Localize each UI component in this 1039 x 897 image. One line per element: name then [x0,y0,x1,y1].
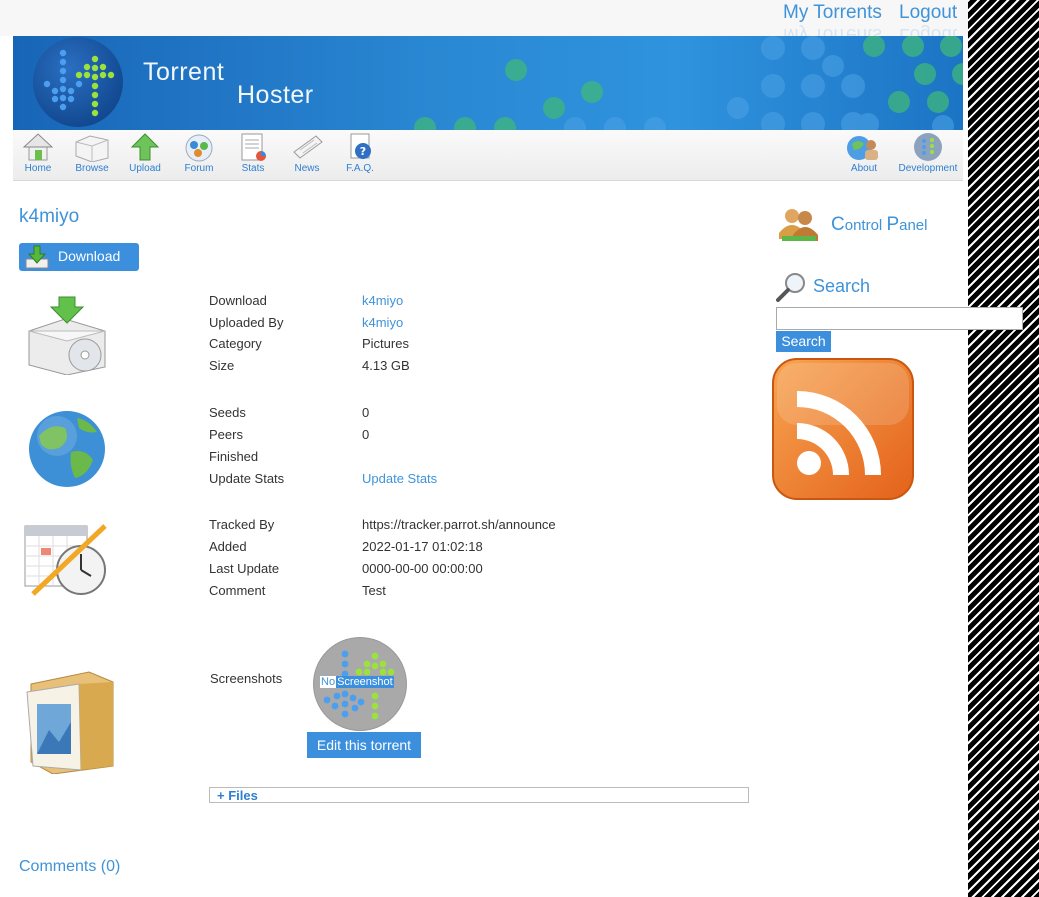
nav-stats[interactable]: Stats [227,132,279,175]
nav-forum-label: Forum [184,163,214,174]
nav-development[interactable]: Development [892,132,964,175]
search-input[interactable] [776,307,1023,330]
news-icon [293,135,323,159]
my-torrents-label: My Torrents [783,2,882,23]
category-label: Category [209,336,262,351]
forum-icon [185,134,213,162]
nav-about[interactable]: About [838,132,890,175]
logout-label: Logout [899,2,958,23]
finished-label: Finished [209,449,259,464]
torrent-title: k4miyo [19,206,80,227]
main-nav: Home Browse Upload Forum Stats News ? F.… [13,130,963,181]
nav-upload[interactable]: Upload [119,132,171,175]
rss-feed-icon[interactable] [771,357,915,501]
control-panel-ontrol: ontrol [844,217,887,234]
size-value: 4.13 GB [362,358,410,373]
home-icon [22,133,54,161]
pictures-folder-icon [26,671,114,774]
control-panel-c: C [831,214,845,235]
globe-icon [29,411,105,487]
seeds-label: Seeds [209,405,246,420]
control-panel-link[interactable]: Control Panel [831,214,927,236]
page: My Torrents My Torrents Logout Logout To… [0,0,1023,897]
uploader-link[interactable]: k4miyo [362,315,403,330]
my-torrents-link[interactable]: My Torrents My Torrents [783,1,882,45]
uploaded-by-label: Uploaded By [209,315,284,330]
files-toggle[interactable]: + Files [209,787,749,803]
search-heading: Search [813,276,871,296]
upload-icon [130,133,160,161]
top-bar: My Torrents My Torrents Logout Logout [0,0,968,45]
nav-upload-label: Upload [129,163,161,174]
nav-news-label: News [294,163,320,174]
comments-link[interactable]: Comments (0) [19,858,120,876]
added-value: 2022-01-17 01:02:18 [362,539,483,554]
download-label: Download [209,293,267,308]
logo-arrow-icon [43,49,115,117]
edit-torrent-button[interactable]: Edit this torrent [307,732,421,758]
about-icon [847,136,878,160]
svg-text:?: ? [360,145,366,158]
peers-value: 0 [362,427,370,442]
last-update-value: 0000-00-00 00:00:00 [362,561,483,576]
nav-development-label: Development [898,163,958,174]
category-value: Pictures [362,336,409,351]
peers-label: Peers [209,427,243,442]
nav-faq[interactable]: ? F.A.Q. [334,132,386,175]
comment-label: Comment [209,583,266,598]
brand-hoster: Hoster [237,81,314,109]
tracked-by-label: Tracked By [209,517,275,532]
download-arrow-icon [25,245,49,269]
control-panel-users-icon [779,209,818,241]
stats-icon [241,133,266,161]
nav-stats-label: Stats [241,163,265,174]
logout-link[interactable]: Logout Logout [899,1,958,45]
calendar-clock-icon [24,524,107,596]
update-stats-link[interactable]: Update Stats [362,471,437,486]
tracked-by-value: https://tracker.parrot.sh/announce [362,517,556,532]
no-screenshot-no: No [320,676,337,688]
control-panel-anel: anel [899,217,928,234]
nav-browse[interactable]: Browse [66,132,118,175]
no-screenshot-caption: No Screenshot [320,675,394,689]
control-panel-p: P [886,214,900,235]
site-banner: Torrent Hoster [13,36,963,130]
nav-home[interactable]: Home [12,132,64,175]
brand-torrent: Torrent [143,58,225,86]
last-update-label: Last Update [209,561,280,576]
added-label: Added [209,539,247,554]
download-box-icon [28,296,106,375]
search-button[interactable]: Search [776,331,831,352]
download-link[interactable]: k4miyo [362,293,403,308]
faq-icon: ? [350,133,371,159]
nav-home-label: Home [24,163,52,174]
nav-faq-label: F.A.Q. [346,163,374,174]
development-icon [914,133,942,161]
no-screenshot-thumbnail[interactable]: No Screenshot [313,637,407,731]
update-stats-label: Update Stats [209,471,285,486]
no-screenshot-text: Screenshot [336,676,394,688]
screenshots-label: Screenshots [210,671,283,686]
nav-about-label: About [850,163,878,174]
seeds-value: 0 [362,405,370,420]
size-label: Size [209,358,235,373]
browse-icon [75,135,109,162]
download-button[interactable]: Download [19,243,139,271]
nav-browse-label: Browse [75,163,109,174]
download-button-label: Download [58,248,121,264]
comment-value: Test [362,583,386,598]
nav-news[interactable]: News [281,132,333,175]
magnifier-icon [776,273,805,302]
nav-forum[interactable]: Forum [173,132,225,175]
site-logo[interactable] [33,37,123,127]
